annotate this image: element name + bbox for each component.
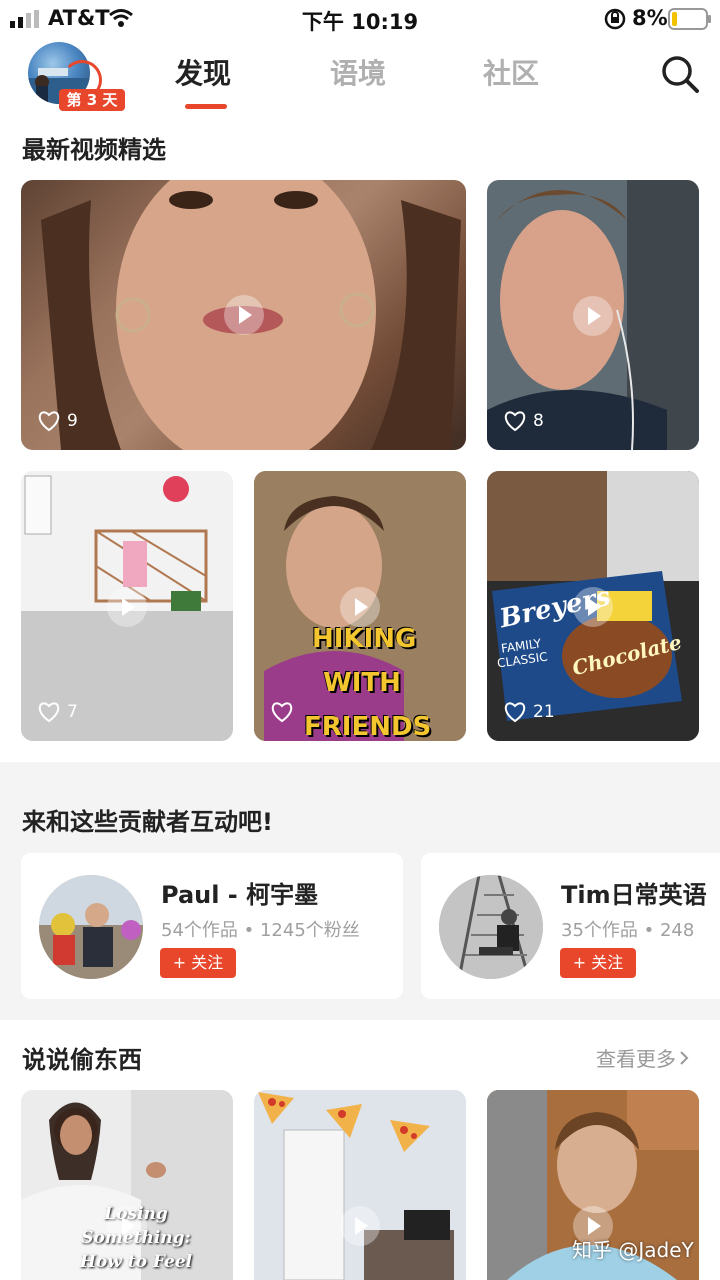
video-thumbnail — [254, 1090, 466, 1280]
like-count: 8 — [533, 411, 544, 431]
heart-icon — [38, 702, 60, 723]
contributor-avatar[interactable] — [439, 875, 543, 979]
follow-button[interactable]: + 关注 — [160, 948, 236, 978]
like-count: 9 — [67, 411, 78, 431]
video-card[interactable]: Losing Something: How to Feel — [21, 1090, 233, 1280]
like-count: 7 — [67, 702, 78, 722]
contributor-card[interactable]: Paul - 柯宇墨 54个作品 • 1245个粉丝 + 关注 — [21, 853, 403, 999]
video-card[interactable]: HIKING WITH FRIENDS — [254, 471, 466, 741]
play-icon — [573, 587, 613, 627]
like-counter[interactable]: 21 — [503, 701, 555, 723]
follow-button[interactable]: + 关注 — [560, 948, 636, 978]
rotation-lock-icon — [604, 8, 626, 30]
contributor-name: Paul - 柯宇墨 — [161, 881, 319, 909]
play-icon — [107, 587, 147, 627]
battery-percent: 8% — [632, 6, 668, 30]
see-more-label: 查看更多 — [596, 1047, 676, 1071]
chevron-right-icon — [680, 1050, 689, 1065]
video-card[interactable] — [254, 1090, 466, 1280]
active-tab-indicator — [185, 104, 227, 109]
like-count: 21 — [533, 702, 555, 722]
search-icon[interactable] — [660, 54, 700, 94]
topic-section-title: 说说偷东西 — [22, 1046, 142, 1074]
heart-icon — [38, 411, 60, 432]
contributor-stats: 54个作品 • 1245个粉丝 — [161, 920, 360, 941]
play-icon — [107, 1206, 147, 1246]
video-card[interactable]: 7 — [21, 471, 233, 741]
contributor-stats: 35个作品 • 248 — [561, 920, 695, 941]
avatar-photo — [39, 875, 143, 979]
caption-line: How to Feel — [79, 1252, 193, 1272]
avatar-photo — [439, 875, 543, 979]
heart-icon — [504, 411, 526, 432]
like-counter[interactable]: 7 — [37, 701, 78, 723]
video-card[interactable]: Breyers FAMILY CLASSIC Chocolate 21 — [487, 471, 699, 741]
play-icon — [224, 295, 264, 335]
like-counter[interactable] — [270, 701, 300, 723]
contributors-section-title: 来和这些贡献者互动吧! — [22, 808, 273, 836]
heart-icon — [271, 702, 293, 723]
play-icon — [340, 1206, 380, 1246]
overlay-line: HIKING — [312, 624, 417, 654]
featured-section-title: 最新视频精选 — [22, 136, 166, 164]
tab-community[interactable]: 社区 — [483, 52, 539, 92]
video-card[interactable]: 9 — [21, 180, 466, 450]
tab-context[interactable]: 语境 — [330, 52, 386, 92]
overlay-line: FRIENDS — [304, 712, 432, 741]
see-more-link[interactable]: 查看更多 — [596, 1043, 690, 1072]
like-counter[interactable]: 9 — [37, 410, 78, 432]
watermark: 知乎 @JadeY — [572, 1238, 694, 1262]
battery-icon — [668, 8, 711, 30]
play-icon — [573, 296, 613, 336]
streak-day-badge: 第 3 天 — [59, 89, 125, 111]
heart-icon — [504, 702, 526, 723]
overlay-line: WITH — [323, 668, 401, 698]
video-card[interactable]: 8 — [487, 180, 699, 450]
contributor-avatar[interactable] — [39, 875, 143, 979]
like-counter[interactable]: 8 — [503, 410, 544, 432]
video-overlay-text: HIKING WITH FRIENDS — [304, 617, 431, 741]
contributor-name: Tim日常英语 — [561, 881, 707, 909]
tab-discover[interactable]: 发现 — [175, 52, 231, 92]
contributor-card[interactable]: Tim日常英语 35个作品 • 248 + 关注 — [421, 853, 720, 999]
status-bar: AT&T 下午 10:19 8% — [0, 0, 720, 36]
